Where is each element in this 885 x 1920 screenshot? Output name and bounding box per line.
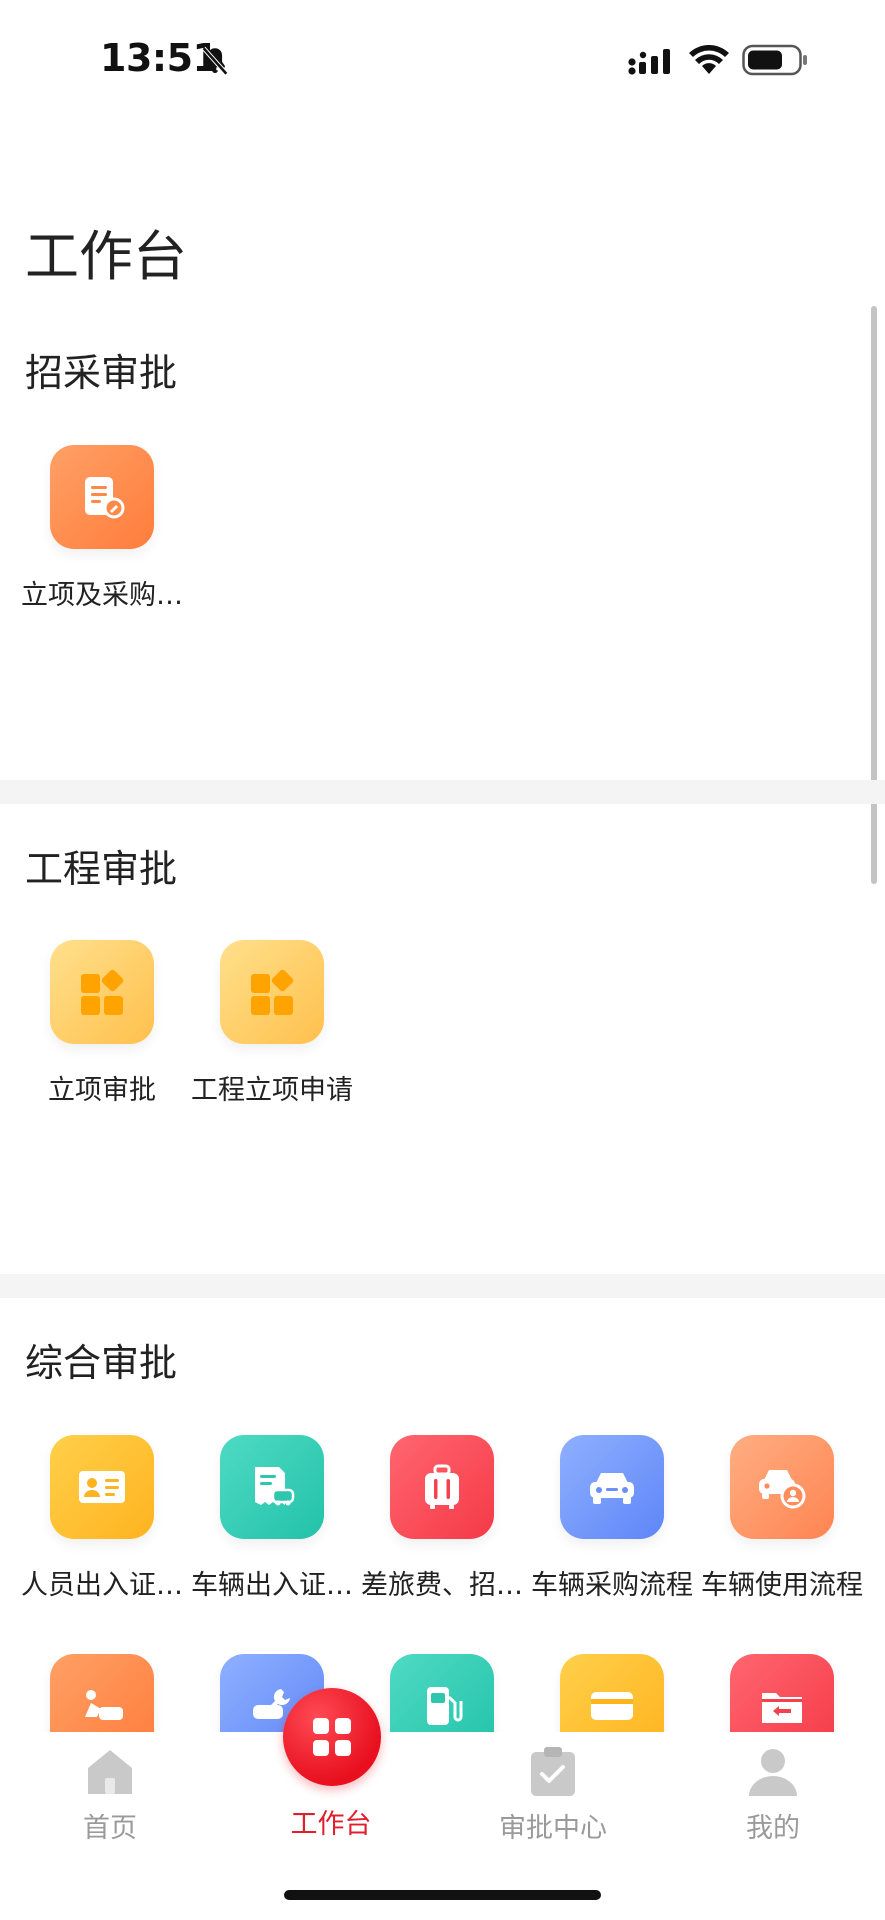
app-tile-engineering-application[interactable]: 工程立项申请 — [187, 940, 357, 1107]
app-tile-vehicle-pass[interactable]: 车辆出入证… — [187, 1435, 357, 1602]
app-tile-label: 车辆出入证… — [191, 1570, 353, 1601]
section-title-engineering: 工程审批 — [25, 847, 178, 891]
car-user-icon — [730, 1435, 834, 1539]
car-icon — [560, 1435, 664, 1539]
app-tile-travel-expense[interactable]: 差旅费、招… — [357, 1435, 527, 1602]
person-icon — [749, 1749, 797, 1796]
app-tile-label: 工程立项申请 — [191, 1075, 353, 1106]
tab-approval-center[interactable]: 审批中心 — [478, 1732, 628, 1845]
apps-grid-icon — [220, 940, 324, 1044]
clipboard-check-icon — [531, 1747, 575, 1796]
status-bar: 13:51 — [0, 0, 885, 120]
section-title-general: 综合审批 — [25, 1341, 178, 1385]
tab-mine[interactable]: 我的 — [698, 1732, 848, 1845]
app-tile-vehicle-purchase[interactable]: 车辆采购流程 — [527, 1435, 697, 1602]
app-tile-label: 立项审批 — [48, 1075, 156, 1106]
app-tile-label: 车辆采购流程 — [531, 1570, 693, 1601]
tab-workbench-label: 工作台 — [290, 1809, 372, 1840]
wifi-icon — [689, 45, 729, 74]
workbench-fab-button[interactable] — [283, 1688, 381, 1786]
luggage-icon — [390, 1435, 494, 1539]
workbench-grid-icon — [313, 1718, 351, 1756]
section-title-procurement: 招采审批 — [25, 351, 178, 395]
tab-mine-label: 我的 — [746, 1813, 800, 1844]
section-divider — [0, 780, 885, 804]
home-indicator — [284, 1890, 601, 1900]
document-edit-icon — [50, 445, 154, 549]
app-tile-project-procurement[interactable]: 立项及采购… — [17, 445, 187, 612]
cellular-signal-icon — [628, 49, 670, 75]
app-tile-label: 车辆使用流程 — [701, 1570, 863, 1601]
bell-muted-icon — [201, 46, 229, 76]
vehicle-pass-icon — [220, 1435, 324, 1539]
app-tile-label: 立项及采购… — [21, 580, 183, 611]
app-tile-personnel-pass[interactable]: 人员出入证… — [17, 1435, 187, 1602]
app-tile-label: 差旅费、招… — [361, 1570, 523, 1601]
apps-grid-icon — [50, 940, 154, 1044]
tab-approval-center-label: 审批中心 — [499, 1813, 607, 1844]
section-divider — [0, 1274, 885, 1298]
id-card-icon — [50, 1435, 154, 1539]
app-tile-project-approval[interactable]: 立项审批 — [17, 940, 187, 1107]
app-tile-label: 人员出入证… — [21, 1570, 183, 1601]
home-icon — [88, 1750, 132, 1794]
page-title: 工作台 — [25, 225, 187, 288]
tab-home[interactable]: 首页 — [35, 1732, 185, 1845]
app-tile-vehicle-usage[interactable]: 车辆使用流程 — [697, 1435, 867, 1602]
tab-home-label: 首页 — [83, 1813, 137, 1844]
battery-icon — [742, 44, 807, 76]
